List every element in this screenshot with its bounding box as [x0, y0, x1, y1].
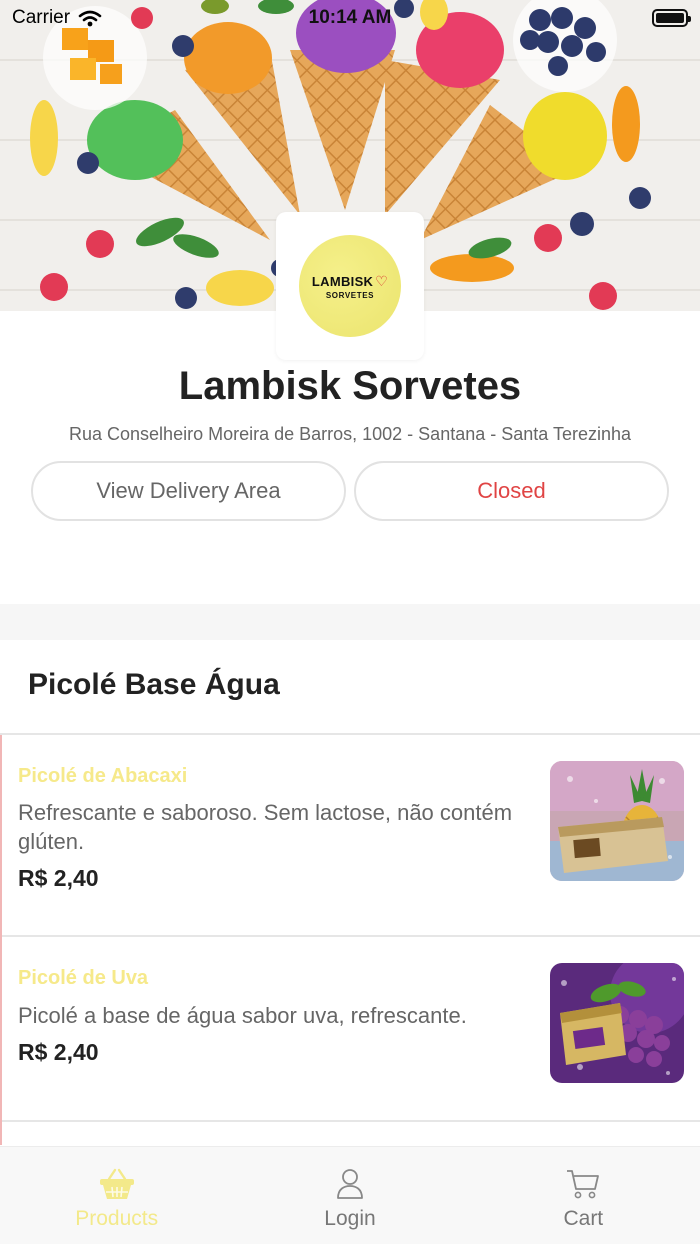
product-name: Picolé de Abacaxi	[18, 765, 188, 787]
store-status-button[interactable]: Closed	[354, 461, 669, 521]
product-item-uva[interactable]: Picolé de Uva Picolé a base de água sabo…	[2, 937, 700, 1122]
tab-cart[interactable]: Cart	[467, 1147, 700, 1244]
product-price: R$ 2,40	[18, 1039, 99, 1065]
product-description: Picolé a base de água sabor uva, refresc…	[18, 1003, 467, 1028]
tab-login[interactable]: Login	[233, 1147, 466, 1244]
clock: 10:14 AM	[308, 7, 392, 28]
section-separator	[0, 604, 700, 640]
heart-icon: ♡	[375, 272, 389, 289]
store-name: Lambisk Sorvetes	[178, 364, 522, 408]
store-logo: LAMBISK ♡ SORVETES	[299, 235, 401, 337]
wifi-icon	[78, 10, 102, 27]
battery-icon	[652, 9, 691, 27]
view-delivery-area-button[interactable]: View Delivery Area	[31, 461, 346, 521]
tab-label: Products	[75, 1207, 159, 1230]
product-image-uva[interactable]	[550, 963, 684, 1083]
product-price: R$ 2,40	[18, 865, 99, 891]
product-list: Picolé de Abacaxi Refrescante e saboroso…	[0, 735, 700, 1145]
category-title: Picolé Base Água	[28, 668, 280, 701]
cart-icon	[567, 1170, 600, 1199]
product-item-abacaxi[interactable]: Picolé de Abacaxi Refrescante e saboroso…	[2, 735, 700, 937]
tab-label: Login	[324, 1207, 376, 1230]
product-description: Refrescante e saboroso. Sem lactose, não…	[18, 800, 513, 854]
bottom-tab-bar: Products Login Cart	[0, 1146, 700, 1244]
tab-label: Cart	[563, 1207, 604, 1230]
logo-name: LAMBISK	[311, 273, 374, 289]
user-icon	[337, 1169, 363, 1199]
tab-products[interactable]: Products	[0, 1147, 233, 1244]
product-name: Picolé de Uva	[18, 967, 149, 989]
product-image-abacaxi[interactable]	[550, 761, 684, 881]
logo-subtitle: SORVETES	[325, 290, 375, 300]
carrier-label: Carrier	[12, 7, 71, 28]
status-left: Carrier	[12, 7, 102, 29]
basket-icon	[99, 1168, 134, 1199]
store-logo-card: LAMBISK ♡ SORVETES	[276, 212, 424, 360]
store-address: Rua Conselheiro Moreira de Barros, 1002 …	[69, 424, 631, 444]
status-bar: Carrier 10:14 AM	[0, 0, 700, 36]
